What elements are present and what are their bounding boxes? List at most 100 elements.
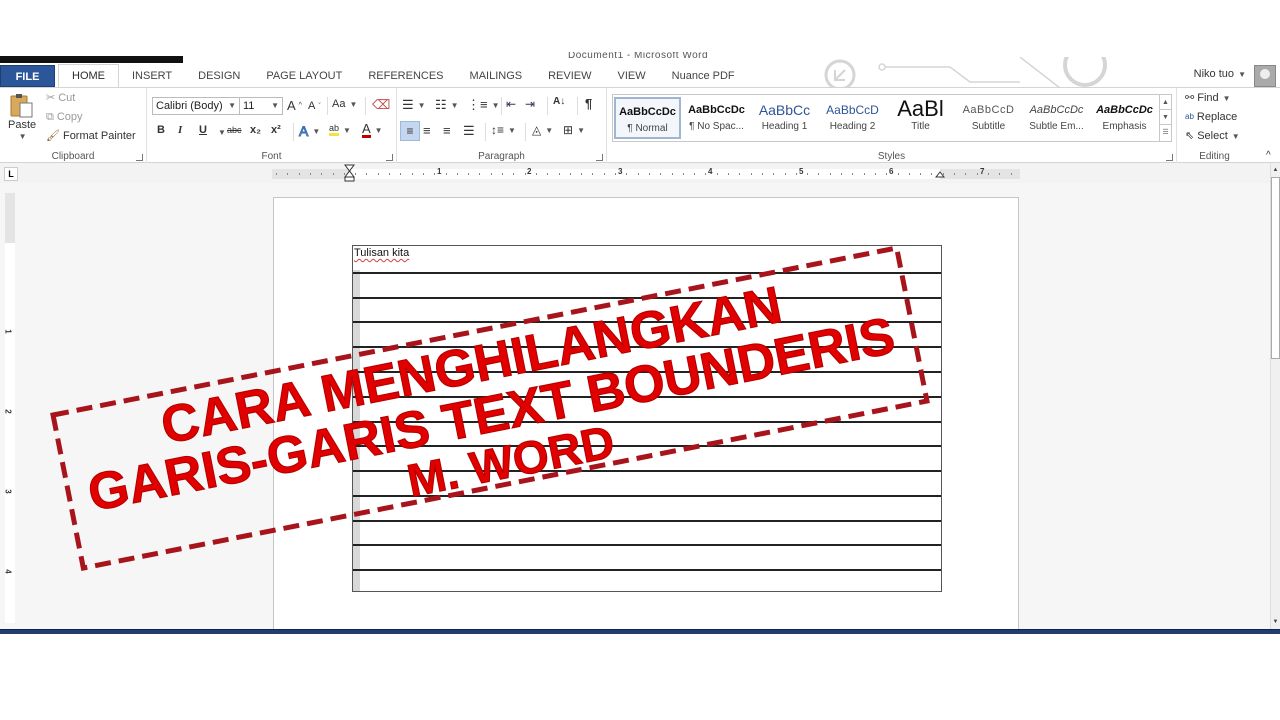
numbering-button[interactable]: ☷ ▼ [435, 97, 459, 113]
dialog-launcher-icon[interactable] [596, 154, 603, 161]
scroll-down-icon[interactable]: ▼ [1160, 110, 1171, 125]
scrollbar-thumb[interactable] [1271, 177, 1280, 359]
tab-mailings[interactable]: MAILINGS [457, 65, 536, 87]
multilevel-list-button[interactable]: ⋮≡ ▼ [467, 97, 500, 113]
ruler-tick [569, 173, 571, 175]
clear-formatting-button[interactable]: ⌫ [372, 97, 390, 113]
align-right-button[interactable]: ≡ [443, 123, 451, 138]
bold-button[interactable]: B [157, 124, 165, 136]
copy-icon: ⧉ [46, 110, 54, 123]
scroll-up-icon[interactable]: ▲ [1271, 165, 1280, 175]
ruler-tick [377, 173, 379, 175]
strikethrough-button[interactable]: abc [227, 125, 242, 135]
dialog-launcher-icon[interactable] [1166, 154, 1173, 161]
document-page[interactable]: Tulisan kita [273, 197, 1019, 629]
copy-button[interactable]: ⧉ Copy [46, 111, 83, 123]
italic-button[interactable]: I [178, 124, 182, 136]
style-heading-2[interactable]: AaBbCcD Heading 2 [819, 97, 886, 139]
tab-references[interactable]: REFERENCES [355, 65, 456, 87]
superscript-button[interactable]: x² [271, 124, 281, 136]
style-subtle-emphasis[interactable]: AaBbCcDc Subtle Em... [1023, 97, 1090, 139]
line-spacing-button[interactable]: ↕≡ ▼ [491, 123, 516, 137]
user-account[interactable]: Niko tuo ▼ [1194, 68, 1246, 80]
ruler-number: 3 [3, 489, 13, 494]
tab-insert[interactable]: INSERT [119, 65, 185, 87]
cut-button[interactable]: ✂ Cut [46, 92, 75, 104]
justify-icon: ☰ [463, 123, 475, 138]
format-painter-button[interactable]: 🖌 Format Painter [46, 130, 136, 142]
increase-indent-button[interactable]: ⇥ [525, 97, 535, 111]
avatar[interactable] [1254, 65, 1276, 87]
horizontal-ruler[interactable]: 1 2 3 4 5 6 7 [272, 167, 1020, 179]
editing-group: ⚯ Find ▼ ab Replace ⇖ Select ▼ Editing [1177, 88, 1252, 164]
text-boundary-line [353, 420, 941, 423]
text-boundary-line [353, 296, 941, 299]
find-button[interactable]: ⚯ Find ▼ [1185, 92, 1231, 104]
style-emphasis[interactable]: AaBbCcDc Emphasis [1091, 97, 1158, 139]
text-effects-button[interactable]: A ▼ [298, 123, 320, 140]
text-box-content[interactable]: Tulisan kita [354, 247, 409, 259]
dialog-launcher-icon[interactable] [136, 154, 143, 161]
scroll-up-icon[interactable]: ▲ [1160, 95, 1171, 110]
ruler-tick [592, 173, 594, 175]
tab-file[interactable]: FILE [0, 65, 55, 87]
show-hide-marks-button[interactable]: ¶ [585, 96, 592, 111]
font-size-select[interactable]: 11 ▼ [239, 97, 283, 115]
subscript-button[interactable]: x₂ [250, 124, 261, 136]
align-center-button[interactable]: ≡ [423, 123, 431, 138]
text-boundary-line [353, 470, 941, 473]
ruler-tick [287, 173, 289, 175]
tab-design[interactable]: DESIGN [185, 65, 253, 87]
style-heading-1[interactable]: AaBbCc Heading 1 [751, 97, 818, 139]
change-case-button[interactable]: Aa ▼ [332, 98, 357, 110]
more-styles-icon[interactable]: ☰ [1160, 125, 1171, 140]
style-normal[interactable]: AaBbCcDc ¶ Normal [614, 97, 681, 139]
vertical-ruler[interactable]: 1 2 3 4 [3, 193, 15, 623]
underline-button[interactable]: U [199, 124, 207, 136]
ruler-tick [332, 173, 334, 175]
chevron-down-icon[interactable]: ▼ [218, 128, 226, 137]
grow-font-button[interactable]: A ^ [287, 98, 302, 113]
decrease-indent-button[interactable]: ⇤ [506, 97, 516, 111]
dialog-launcher-icon[interactable] [386, 154, 393, 161]
borders-button[interactable]: ⊞ ▼ [563, 123, 585, 137]
tab-selector-icon[interactable]: L [4, 167, 18, 181]
style-title[interactable]: AaBl Title [887, 97, 954, 139]
ruler-tick [999, 173, 1001, 175]
ruler-tick [852, 173, 854, 175]
text-box[interactable]: Tulisan kita [352, 245, 942, 592]
tab-review[interactable]: REVIEW [535, 65, 604, 87]
shading-button[interactable]: ◬ ▼ [532, 123, 553, 137]
align-left-button[interactable]: ≡ [400, 121, 420, 141]
highlight-button[interactable]: ab ▼ [329, 124, 351, 136]
vertical-scrollbar[interactable]: ▲ ▼ [1270, 163, 1280, 629]
paint-bucket-icon: ◬ [532, 123, 542, 137]
right-indent-marker-icon[interactable] [935, 171, 945, 178]
select-button[interactable]: ⇖ Select ▼ [1185, 130, 1240, 142]
tab-nuance-pdf[interactable]: Nuance PDF [659, 65, 748, 87]
indent-marker-icon[interactable] [344, 164, 355, 182]
scroll-down-icon[interactable]: ▼ [1271, 617, 1280, 627]
tab-view[interactable]: VIEW [605, 65, 659, 87]
styles-gallery-scroll[interactable]: ▲ ▼ ☰ [1159, 95, 1171, 141]
shrink-font-button[interactable]: Aˇ [308, 100, 321, 112]
justify-button[interactable]: ☰ [463, 123, 475, 139]
bullets-button[interactable]: ☰ ▼ [402, 97, 426, 113]
quick-access-toolbar[interactable] [0, 56, 183, 63]
collapse-ribbon-icon[interactable]: ^ [1266, 150, 1271, 161]
ruler-tick [581, 173, 583, 175]
font-color-button[interactable]: A ▼ [362, 122, 383, 138]
style-no-spacing[interactable]: AaBbCcDc ¶ No Spac... [683, 97, 750, 139]
style-subtitle[interactable]: AaBbCcD Subtitle [955, 97, 1022, 139]
decrease-indent-icon: ⇤ [506, 97, 517, 111]
paste-icon [10, 94, 33, 118]
ruler-tick [784, 173, 786, 175]
tab-page-layout[interactable]: PAGE LAYOUT [253, 65, 355, 87]
font-name-select[interactable]: Calibri (Body) ▼ [152, 97, 240, 115]
tab-home[interactable]: HOME [58, 64, 119, 87]
sort-button[interactable]: A↓ [553, 96, 565, 107]
align-left-icon: ≡ [406, 124, 414, 138]
replace-button[interactable]: ab Replace [1185, 111, 1237, 123]
paste-button[interactable]: Paste ▼ [8, 92, 36, 141]
ruler-tick [682, 173, 684, 175]
